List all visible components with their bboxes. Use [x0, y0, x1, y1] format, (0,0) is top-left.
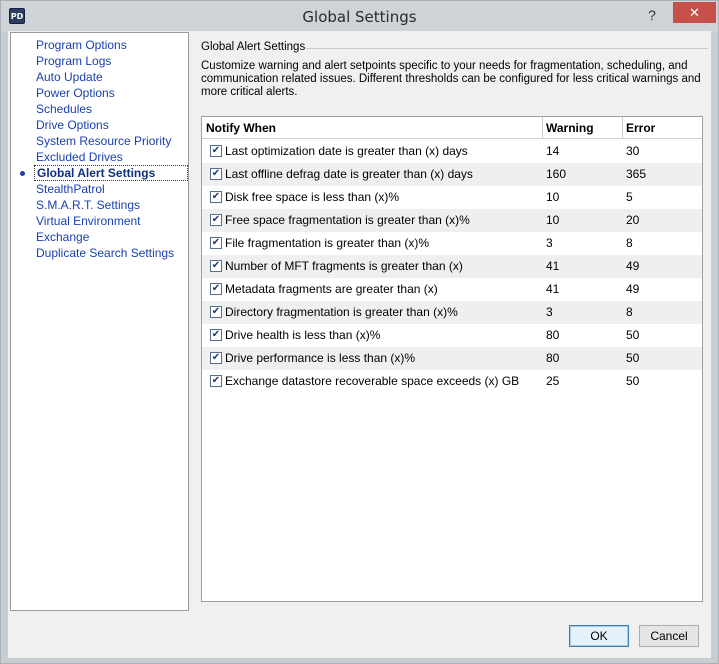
table-row: ✔ Drive health is less than (x)% 80 50: [202, 324, 702, 347]
notify-checkbox[interactable]: ✔: [210, 145, 222, 157]
error-value[interactable]: 50: [626, 347, 639, 370]
error-value[interactable]: 8: [626, 232, 633, 255]
header-error[interactable]: Error: [622, 117, 702, 139]
nav-item[interactable]: Virtual Environment: [36, 213, 141, 229]
table-row: ✔ Number of MFT fragments is greater than…: [202, 255, 702, 278]
error-value[interactable]: 8: [626, 301, 633, 324]
error-value[interactable]: 50: [626, 324, 639, 347]
nav-item[interactable]: Exchange: [36, 229, 89, 245]
nav-item[interactable]: Drive Options: [36, 117, 109, 133]
warning-value[interactable]: 14: [546, 140, 559, 163]
nav-item[interactable]: Global Alert Settings: [34, 165, 188, 181]
table-row: ✔ Exchange datastore recoverable space ex…: [202, 370, 702, 393]
header-notify-when[interactable]: Notify When: [202, 117, 542, 139]
warning-value[interactable]: 80: [546, 347, 559, 370]
notify-checkbox[interactable]: ✔: [210, 168, 222, 180]
close-button[interactable]: ✕: [673, 2, 716, 23]
window-title: Global Settings: [302, 8, 417, 26]
notify-checkbox[interactable]: ✔: [210, 375, 222, 387]
notify-checkbox[interactable]: ✔: [210, 306, 222, 318]
warning-value[interactable]: 10: [546, 186, 559, 209]
table-row: ✔ Last offline defrag date is greater tha…: [202, 163, 702, 186]
nav-item[interactable]: Duplicate Search Settings: [36, 245, 174, 261]
table-header: Notify When Warning Error: [202, 117, 702, 139]
warning-value[interactable]: 3: [546, 232, 553, 255]
row-label: Drive health is less than (x)%: [225, 328, 381, 342]
table-row: ✔ Metadata fragments are greater than (x)…: [202, 278, 702, 301]
active-bullet-icon: [20, 171, 25, 176]
row-label: Directory fragmentation is greater than …: [225, 305, 458, 319]
error-value[interactable]: 50: [626, 370, 639, 393]
nav-item[interactable]: Program Options: [36, 37, 127, 53]
nav-item[interactable]: StealthPatrol: [36, 181, 105, 197]
row-label: Disk free space is less than (x)%: [225, 190, 400, 204]
row-label: Metadata fragments are greater than (x): [225, 282, 438, 296]
table-row: ✔ Last optimization date is greater than …: [202, 140, 702, 163]
warning-value[interactable]: 41: [546, 255, 559, 278]
notify-checkbox[interactable]: ✔: [210, 191, 222, 203]
ok-button[interactable]: OK: [569, 625, 629, 647]
row-label: Last offline defrag date is greater than…: [225, 167, 473, 181]
nav-item[interactable]: Power Options: [36, 85, 115, 101]
table-row: ✔ Drive performance is less than (x)% 80 50: [202, 347, 702, 370]
table-row: ✔ Free space fragmentation is greater tha…: [202, 209, 702, 232]
error-value[interactable]: 365: [626, 163, 646, 186]
group-title: Global Alert Settings: [201, 41, 310, 53]
error-value[interactable]: 20: [626, 209, 639, 232]
row-label: Number of MFT fragments is greater than …: [225, 259, 463, 273]
error-value[interactable]: 49: [626, 255, 639, 278]
nav-item[interactable]: Excluded Drives: [36, 149, 123, 165]
table-row: ✔ Disk free space is less than (x)% 10 5: [202, 186, 702, 209]
group-description: Customize warning and alert setpoints sp…: [201, 60, 701, 98]
table-row: ✔ Directory fragmentation is greater than…: [202, 301, 702, 324]
row-label: File fragmentation is greater than (x)%: [225, 236, 430, 250]
warning-value[interactable]: 10: [546, 209, 559, 232]
row-label: Last optimization date is greater than (…: [225, 144, 468, 158]
notify-checkbox[interactable]: ✔: [210, 283, 222, 295]
nav-item[interactable]: Schedules: [36, 101, 92, 117]
row-label: Exchange datastore recoverable space exc…: [225, 374, 520, 388]
warning-value[interactable]: 25: [546, 370, 559, 393]
notify-checkbox[interactable]: ✔: [210, 214, 222, 226]
warning-value[interactable]: 3: [546, 301, 553, 324]
header-warning[interactable]: Warning: [542, 117, 622, 139]
settings-nav-list: Program Options Program Logs Auto Update Po…: [10, 32, 189, 611]
title-bar: PD Global Settings ? ✕: [1, 1, 718, 32]
help-button[interactable]: ?: [642, 5, 662, 25]
warning-value[interactable]: 80: [546, 324, 559, 347]
nav-item[interactable]: System Resource Priority: [36, 133, 171, 149]
error-value[interactable]: 5: [626, 186, 633, 209]
notify-checkbox[interactable]: ✔: [210, 352, 222, 364]
cancel-button[interactable]: Cancel: [639, 625, 699, 647]
dialog-client: Program Options Program Logs Auto Update Po…: [8, 31, 711, 658]
nav-item[interactable]: Program Logs: [36, 53, 111, 69]
notify-checkbox[interactable]: ✔: [210, 329, 222, 341]
error-value[interactable]: 49: [626, 278, 639, 301]
warning-value[interactable]: 160: [546, 163, 566, 186]
row-label: Free space fragmentation is greater than…: [225, 213, 470, 227]
dialog-window: PD Global Settings ? ✕ Program Options Pr…: [0, 0, 719, 664]
error-value[interactable]: 30: [626, 140, 639, 163]
nav-item[interactable]: S.M.A.R.T. Settings: [36, 197, 140, 213]
group-divider: [306, 48, 708, 49]
nav-item[interactable]: Auto Update: [36, 69, 103, 85]
alert-settings-table: Notify When Warning Error ✔ Last optimiza…: [201, 116, 703, 602]
notify-checkbox[interactable]: ✔: [210, 237, 222, 249]
table-row: ✔ File fragmentation is greater than (x)%…: [202, 232, 702, 255]
notify-checkbox[interactable]: ✔: [210, 260, 222, 272]
warning-value[interactable]: 41: [546, 278, 559, 301]
row-label: Drive performance is less than (x)%: [225, 351, 416, 365]
